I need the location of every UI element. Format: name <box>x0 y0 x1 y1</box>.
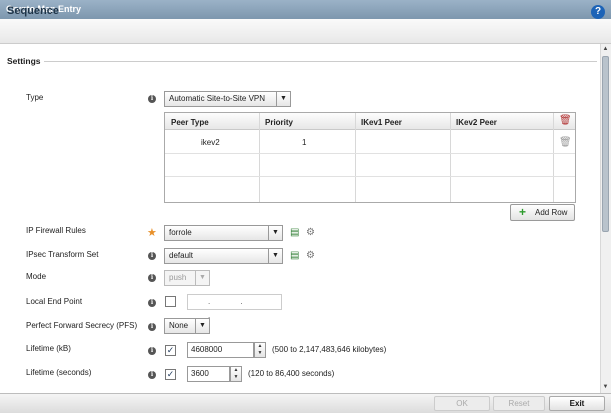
info-icon: i <box>148 371 156 379</box>
type-select-value: Automatic Site-to-Site VPN <box>169 94 266 103</box>
lifetime-seconds-input[interactable]: 3600 <box>187 366 230 382</box>
lifetime-kb-stepper[interactable]: ▲ ▼ <box>254 342 266 358</box>
page-title: Sequence <box>7 5 59 17</box>
pfs-value: None <box>169 321 189 330</box>
lifetime-kb-hint: (500 to 2,147,483,646 kilobytes) <box>272 345 387 354</box>
info-icon: i <box>148 252 156 260</box>
row-divider <box>165 176 575 177</box>
exit-button[interactable]: Exit <box>549 396 605 411</box>
reset-button[interactable]: Reset <box>493 396 545 411</box>
add-row-label: Add Row <box>535 208 568 217</box>
section-divider <box>44 61 597 62</box>
row-divider <box>165 153 575 154</box>
column-header-ikev1-peer: IKev1 Peer <box>361 118 402 127</box>
pfs-label: Perfect Forward Secrecy (PFS) <box>26 321 138 330</box>
column-header-ikev2-peer: IKev2 Peer <box>456 118 497 127</box>
lifetime-kb-label: Lifetime (kB) <box>26 344 71 353</box>
type-select[interactable]: Automatic Site-to-Site VPN ▼ <box>164 91 291 107</box>
type-label: Type <box>26 93 44 102</box>
info-icon: i <box>148 347 156 355</box>
scroll-down-icon[interactable]: ▼ <box>600 382 611 392</box>
stepper-down-icon[interactable]: ▼ <box>255 350 265 357</box>
lifetime-seconds-stepper[interactable]: ▲ ▼ <box>230 366 242 382</box>
info-icon: i <box>148 323 156 331</box>
lifetime-seconds-checkbox[interactable]: ✓ <box>165 369 176 380</box>
pfs-select[interactable]: None ▼ <box>164 318 210 334</box>
column-divider <box>553 113 554 202</box>
mode-value: push <box>169 273 187 282</box>
ipsec-transform-set-label: IPsec Transform Set <box>26 250 99 259</box>
lifetime-seconds-label: Lifetime (seconds) <box>26 368 92 377</box>
info-icon: i <box>148 95 156 103</box>
mode-label: Mode <box>26 272 47 281</box>
gear-icon[interactable]: ⚙ <box>306 227 315 238</box>
stepper-down-icon[interactable]: ▼ <box>231 374 241 381</box>
create-new-icon[interactable]: ▤ <box>290 227 299 238</box>
chevron-down-icon: ▼ <box>268 249 282 263</box>
chevron-down-icon: ▼ <box>195 319 209 333</box>
ip-firewall-rules-value: forrole <box>169 228 192 237</box>
help-icon[interactable]: ? <box>591 5 605 19</box>
ipsec-transform-set-select[interactable]: default ▼ <box>164 248 283 264</box>
plus-icon: + <box>519 205 527 219</box>
cell-priority[interactable]: 1 <box>302 138 306 147</box>
delete-row-icon[interactable]: 🗑 <box>559 137 572 148</box>
stepper-up-icon[interactable]: ▲ <box>231 367 241 374</box>
chevron-down-icon: ▼ <box>268 226 282 240</box>
ip-firewall-rules-select[interactable]: forrole ▼ <box>164 225 283 241</box>
chevron-down-icon: ▼ <box>195 271 209 285</box>
required-star-icon: ★ <box>147 227 157 239</box>
local-end-point-checkbox[interactable] <box>165 296 176 307</box>
section-header <box>0 19 611 44</box>
lifetime-kb-input[interactable]: 4608000 <box>187 342 254 358</box>
lifetime-seconds-hint: (120 to 86,400 seconds) <box>248 369 335 378</box>
column-header-priority: Priority <box>265 118 294 127</box>
gear-icon[interactable]: ⚙ <box>306 250 315 261</box>
stepper-up-icon[interactable]: ▲ <box>255 343 265 350</box>
cell-peer-type[interactable]: ikev2 <box>201 138 220 147</box>
window-title: Crypto Map Entry <box>0 0 611 19</box>
ok-button[interactable]: OK <box>434 396 490 411</box>
create-new-icon[interactable]: ▤ <box>290 250 299 261</box>
scroll-up-icon[interactable]: ▲ <box>600 44 611 54</box>
local-end-point-ip-input[interactable]: . . . <box>187 294 282 320</box>
lifetime-kb-checkbox[interactable]: ✓ <box>165 345 176 356</box>
ip-firewall-rules-label: IP Firewall Rules <box>26 226 86 235</box>
info-icon: i <box>148 299 156 307</box>
settings-section-label: Settings <box>7 56 41 66</box>
delete-all-icon[interactable]: 🗑 <box>559 115 572 126</box>
chevron-down-icon: ▼ <box>276 92 290 106</box>
column-divider <box>450 113 451 202</box>
column-header-peer-type: Peer Type <box>171 118 209 127</box>
info-icon: i <box>148 274 156 282</box>
column-divider <box>355 113 356 202</box>
scrollbar-thumb[interactable] <box>602 56 609 232</box>
ipsec-transform-set-value: default <box>169 251 194 260</box>
mode-select[interactable]: push ▼ <box>164 270 210 286</box>
local-end-point-label: Local End Point <box>26 297 83 306</box>
column-divider <box>259 113 260 202</box>
